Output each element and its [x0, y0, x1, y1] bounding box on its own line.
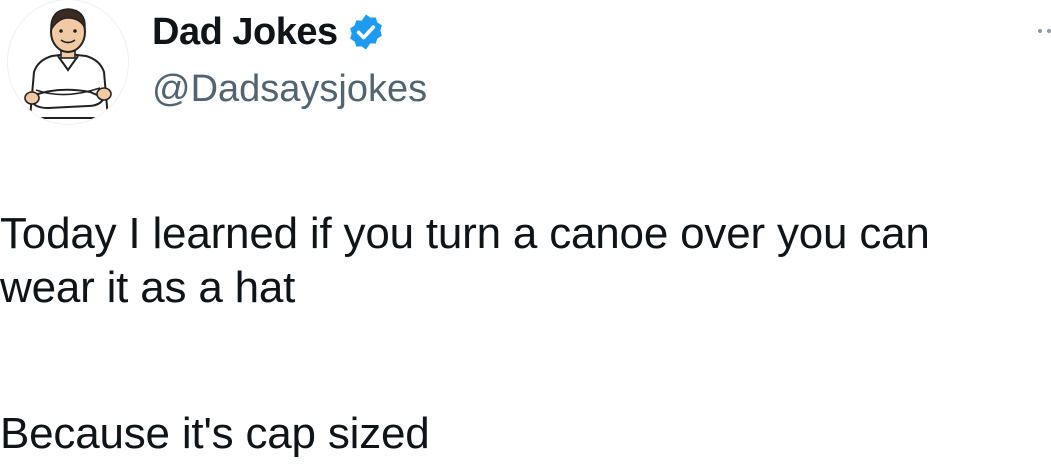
tweet-text-line: Today I learned if you turn a canoe over… [0, 209, 930, 258]
cartoon-dad-avatar-icon [24, 8, 112, 119]
more-dot [1047, 29, 1051, 33]
more-dot [1038, 29, 1042, 33]
author-name-row[interactable]: Dad Jokes [152, 10, 386, 54]
tweet-text-line: wear it as a hat [0, 263, 296, 312]
display-name[interactable]: Dad Jokes [152, 10, 338, 54]
tweet-text-line: Because it's cap sized [0, 409, 430, 458]
handle[interactable]: @Dadsaysjokes [152, 66, 427, 112]
tweet-card: Dad Jokes @Dadsaysjokes Today I learned … [0, 0, 1051, 473]
tweet-text: Today I learned if you turn a canoe over… [0, 207, 1051, 461]
avatar[interactable] [8, 0, 128, 124]
more-options-icon[interactable] [1033, 22, 1051, 40]
verified-badge-icon [349, 14, 382, 50]
